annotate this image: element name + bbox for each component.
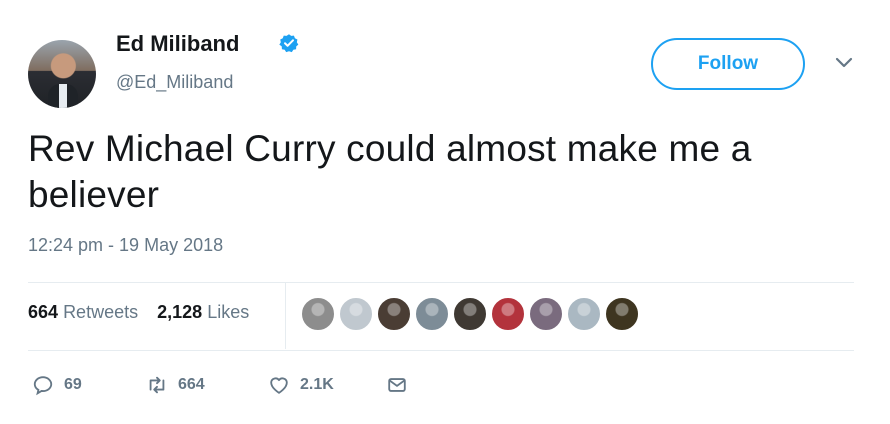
retweet-button[interactable]: 664 bbox=[146, 370, 205, 400]
retweets-count: 664 bbox=[28, 302, 59, 322]
liker-avatar[interactable] bbox=[604, 296, 640, 332]
likes-label: Likes bbox=[207, 302, 250, 322]
engagement-stats: 664 Retweets 2,128 Likes bbox=[28, 302, 249, 323]
likes-count: 2,128 bbox=[157, 302, 203, 322]
follow-button[interactable]: Follow bbox=[651, 38, 805, 90]
liker-avatar[interactable] bbox=[528, 296, 564, 332]
divider-top bbox=[28, 282, 854, 283]
liker-avatar[interactable] bbox=[490, 296, 526, 332]
like-count: 2.1K bbox=[300, 376, 334, 393]
author-handle[interactable]: @Ed_Miliband bbox=[116, 72, 233, 93]
liker-avatar[interactable] bbox=[376, 296, 412, 332]
tweet-text: Rev Michael Curry could almost make me a… bbox=[28, 128, 752, 215]
stats-separator bbox=[285, 283, 286, 349]
liker-avatar[interactable] bbox=[452, 296, 488, 332]
avatar[interactable] bbox=[28, 40, 96, 108]
retweets-label: Retweets bbox=[63, 302, 139, 322]
likes-stat[interactable]: 2,128 Likes bbox=[157, 302, 249, 323]
avatar-shirt bbox=[59, 84, 67, 108]
liker-avatar[interactable] bbox=[414, 296, 450, 332]
retweet-count: 664 bbox=[178, 376, 205, 393]
liker-avatar[interactable] bbox=[300, 296, 336, 332]
liker-avatar[interactable] bbox=[338, 296, 374, 332]
message-icon bbox=[388, 378, 406, 392]
tweet-timestamp[interactable]: 12:24 pm - 19 May 2018 bbox=[28, 235, 223, 256]
chevron-down-icon[interactable] bbox=[834, 56, 854, 70]
author-name[interactable]: Ed Miliband bbox=[116, 33, 239, 55]
heart-icon bbox=[270, 377, 288, 394]
reply-count: 69 bbox=[64, 376, 82, 393]
reply-icon bbox=[33, 376, 53, 396]
retweet-icon bbox=[149, 376, 165, 394]
direct-message-button[interactable] bbox=[386, 370, 418, 400]
divider-bottom bbox=[28, 350, 854, 351]
retweets-stat[interactable]: 664 Retweets bbox=[28, 302, 138, 323]
reply-button[interactable]: 69 bbox=[32, 370, 82, 400]
verified-badge-icon bbox=[279, 34, 299, 53]
like-button[interactable]: 2.1K bbox=[268, 370, 334, 400]
liker-avatar[interactable] bbox=[566, 296, 602, 332]
